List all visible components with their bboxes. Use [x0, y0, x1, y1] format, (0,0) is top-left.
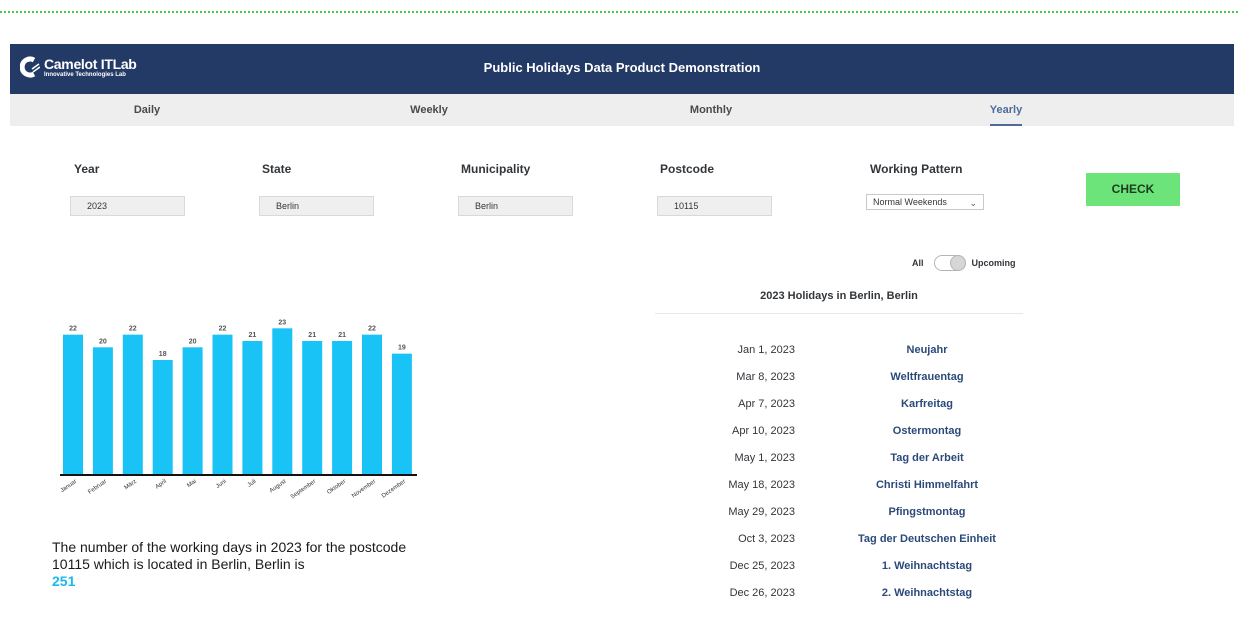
holiday-name: 1. Weihnachtstag — [881, 560, 973, 572]
holiday-row: May 1, 2023 Tag der Arbeit — [655, 452, 1023, 479]
holiday-name: Karfreitag — [901, 398, 953, 410]
holiday-row: Oct 3, 2023 Tag der Deutschen Einheit — [655, 533, 1023, 560]
app-header: Camelot ITLab Innovative Technologies La… — [10, 44, 1234, 94]
holidays-divider — [655, 313, 1023, 314]
chart-bar — [212, 334, 233, 474]
tab-daily[interactable]: Daily — [134, 104, 160, 116]
working-pattern-label: Working Pattern — [870, 162, 963, 176]
top-dotted-divider — [0, 11, 1238, 13]
tab-bar: Daily Weekly Monthly Yearly — [10, 94, 1234, 126]
tab-yearly[interactable]: Yearly — [990, 104, 1022, 116]
holiday-name: Tag der Deutschen Einheit — [858, 533, 996, 545]
category-tick-label: März — [124, 479, 138, 492]
chevron-down-icon: ⌄ — [969, 198, 977, 208]
holiday-name: Neujahr — [906, 344, 948, 356]
holiday-row: Dec 26, 2023 2. Weihnachtstag — [655, 587, 1023, 614]
category-tick-label: April — [155, 479, 168, 491]
bar-value-label: 22 — [219, 326, 227, 333]
upcoming-toggle-switch[interactable] — [933, 255, 966, 271]
municipality-label: Municipality — [461, 162, 531, 176]
category-tick-label: Februar — [87, 479, 108, 496]
chart-bar — [272, 328, 293, 474]
toggle-label-upcoming: Upcoming — [971, 258, 1016, 268]
holiday-row: Dec 25, 2023 1. Weihnachtstag — [655, 560, 1023, 587]
bar-value-label: 21 — [249, 332, 257, 339]
chart-bar — [362, 334, 382, 474]
category-tick-label: Oktober — [326, 479, 347, 496]
holiday-name: Pfingstmontag — [888, 506, 966, 518]
bar-value-label: 20 — [99, 338, 107, 345]
tab-monthly[interactable]: Monthly — [690, 104, 732, 116]
holiday-row: May 18, 2023 Christi Himmelfahrt — [655, 479, 1023, 506]
holiday-name: Tag der Arbeit — [890, 452, 964, 464]
holiday-date: Dec 25, 2023 — [729, 560, 795, 572]
holiday-date: May 1, 2023 — [734, 452, 795, 464]
holiday-date: Apr 10, 2023 — [732, 425, 795, 437]
holiday-date: Dec 26, 2023 — [729, 587, 795, 599]
check-button[interactable]: CHECK — [1086, 173, 1180, 206]
working-pattern-value: Normal Weekends — [873, 197, 947, 207]
working-pattern-select[interactable]: Normal Weekends ⌄ — [866, 194, 984, 210]
holiday-filter-toggle-group: All Upcoming — [912, 255, 1016, 271]
category-tick-label: November — [351, 479, 377, 500]
holiday-date: Mar 8, 2023 — [736, 371, 795, 383]
year-label: Year — [74, 162, 100, 176]
app-title: Public Holidays Data Product Demonstrati… — [483, 60, 761, 75]
chart-bar — [242, 340, 263, 474]
holiday-date: Jan 1, 2023 — [737, 344, 796, 356]
bar-value-label: 23 — [278, 319, 286, 326]
bar-value-label: 22 — [129, 326, 137, 333]
summary-text: The number of the working days in 2023 f… — [52, 539, 407, 572]
holiday-date: Apr 7, 2023 — [738, 398, 795, 410]
bar-value-label: 21 — [338, 332, 346, 339]
active-tab-indicator — [990, 124, 1022, 126]
chart-bar — [302, 340, 323, 474]
holiday-date: May 18, 2023 — [728, 479, 795, 491]
state-label: State — [262, 162, 292, 176]
holiday-name: Weltfrauentag — [890, 371, 964, 383]
holiday-row: May 29, 2023 Pfingstmontag — [655, 506, 1023, 533]
chart-bar — [63, 334, 83, 474]
holiday-row: Apr 10, 2023 Ostermontag — [655, 425, 1023, 452]
category-tick-label: Juli — [247, 479, 258, 489]
toggle-knob — [949, 255, 966, 271]
bar-value-label: 22 — [69, 326, 77, 333]
year-input[interactable]: 2023 — [70, 196, 185, 216]
municipality-input[interactable]: Berlin — [458, 196, 573, 216]
working-days-count: 251 — [52, 573, 76, 589]
holiday-row: Jan 1, 2023 Neujahr — [655, 344, 1023, 371]
category-tick-label: Dezember — [381, 479, 407, 500]
bar-value-label: 22 — [368, 326, 376, 333]
category-tick-label: Januar — [60, 479, 78, 494]
bar-value-label: 19 — [398, 345, 406, 352]
chart-bar — [391, 353, 412, 474]
bar-value-label: 21 — [308, 332, 316, 339]
holiday-date: Oct 3, 2023 — [738, 533, 795, 545]
bar-value-label: 18 — [159, 351, 167, 358]
chart-bar — [332, 340, 353, 474]
working-days-bar-chart: 22 Januar 20 Februar 22 März 18 April 20 Mai 22 Jun… — [60, 319, 417, 501]
chart-bar — [182, 347, 203, 474]
category-tick-label: Mai — [186, 479, 197, 489]
chart-bar — [152, 359, 173, 474]
chart-bar — [92, 347, 113, 474]
toggle-label-all: All — [912, 258, 924, 268]
holiday-name: Ostermontag — [892, 425, 962, 437]
holiday-name: Christi Himmelfahrt — [875, 479, 979, 491]
holiday-name: 2. Weihnachtstag — [881, 587, 973, 599]
holiday-row: Mar 8, 2023 Weltfrauentag — [655, 371, 1023, 398]
state-input[interactable]: Berlin — [259, 196, 374, 216]
working-days-summary: The number of the working days in 2023 f… — [52, 539, 432, 590]
postcode-input[interactable]: 10115 — [657, 196, 772, 216]
holiday-date: May 29, 2023 — [728, 506, 795, 518]
holiday-row: Apr 7, 2023 Karfreitag — [655, 398, 1023, 425]
category-tick-label: Juni — [215, 479, 227, 490]
category-tick-label: September — [290, 479, 317, 501]
postcode-label: Postcode — [660, 162, 715, 176]
bar-value-label: 20 — [189, 338, 197, 345]
holidays-title: 2023 Holidays in Berlin, Berlin — [760, 290, 918, 302]
category-tick-label: August — [269, 479, 288, 495]
chart-bar — [122, 334, 143, 474]
tab-weekly[interactable]: Weekly — [410, 104, 448, 116]
